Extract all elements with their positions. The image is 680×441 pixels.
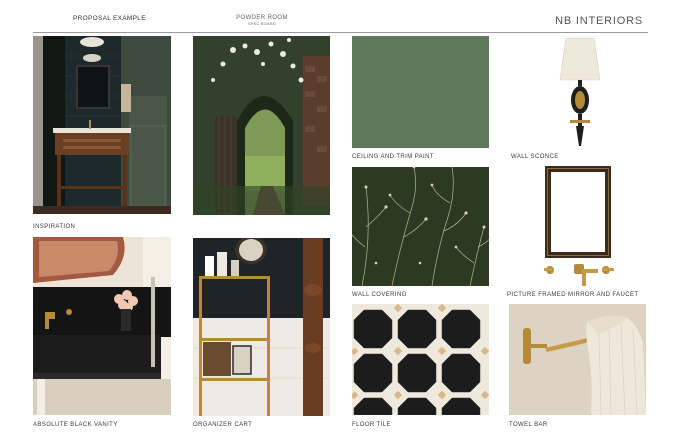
board-title: POWDER ROOM SPEC BOARD <box>232 15 292 26</box>
vanity-photo <box>33 237 171 415</box>
inspiration-caption: INSPIRATION <box>33 224 76 230</box>
wall-sconce-caption: WALL SCONCE <box>511 154 559 160</box>
cart-photo <box>193 238 330 416</box>
wall-sconce-photo <box>556 36 606 152</box>
board-title-sub: SPEC BOARD <box>248 22 276 26</box>
towel-bar-photo <box>509 304 646 415</box>
floor-tile-photo <box>352 304 489 415</box>
vanity-caption: ABSOLUTE BLACK VANITY <box>33 422 118 428</box>
garden-gate-photo <box>193 36 330 215</box>
ceiling-paint-swatch <box>352 36 489 148</box>
faucet-photo <box>542 260 616 290</box>
wall-covering-swatch <box>352 167 489 286</box>
mirror-faucet-caption: PICTURE FRAMED MIRROR AND FAUCET <box>507 292 639 298</box>
proposal-label: PROPOSAL EXAMPLE <box>73 15 146 22</box>
board-title-main: POWDER ROOM <box>236 15 288 21</box>
mirror-glass <box>551 172 605 252</box>
wall-covering-caption: WALL COVERING <box>352 292 407 298</box>
floor-tile-caption: FLOOR TILE <box>352 422 391 428</box>
header-divider <box>33 32 648 33</box>
cart-caption: ORGANIZER CART <box>193 422 253 428</box>
brand-name: NB INTERIORS <box>555 15 643 27</box>
inspiration-photo <box>33 36 171 214</box>
mirror-photo <box>545 166 611 258</box>
ceiling-paint-caption: CEILING AND TRIM PAINT <box>352 154 434 160</box>
towel-bar-caption: TOWEL BAR <box>509 422 548 428</box>
